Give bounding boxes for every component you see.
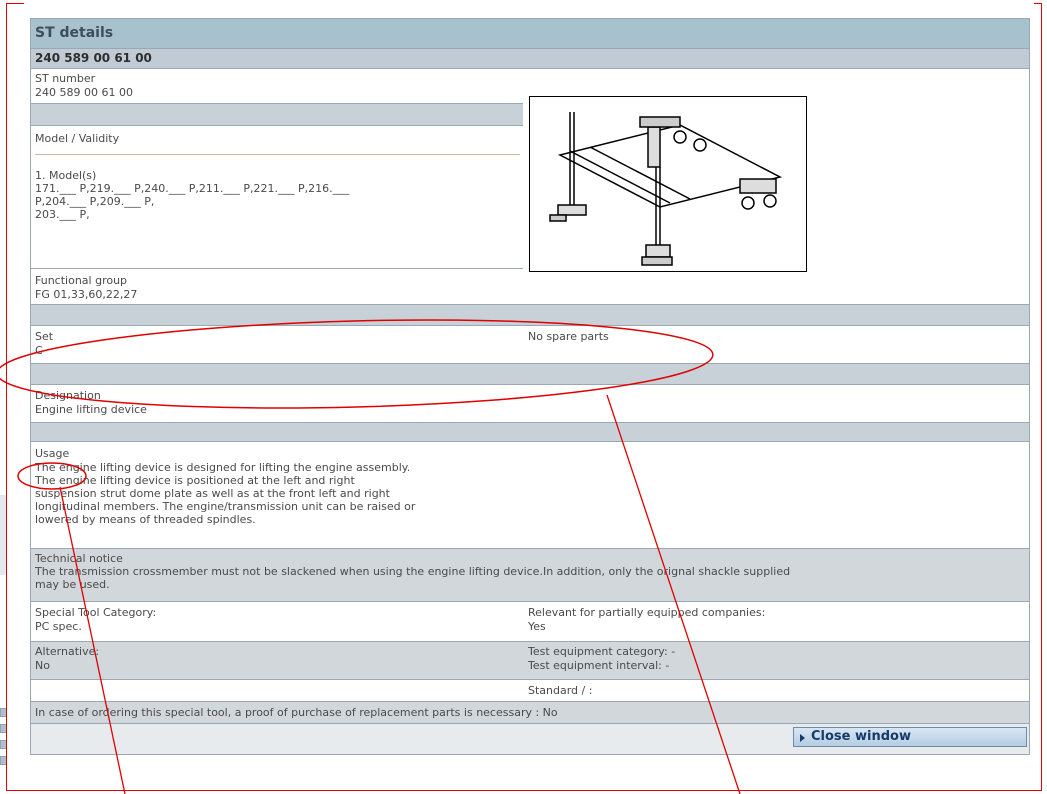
annotation-overlay xyxy=(0,319,741,794)
annotation-pointer-line xyxy=(59,486,126,794)
annotation-pointer-line xyxy=(606,394,741,794)
usage-highlight-ellipse xyxy=(17,462,87,490)
set-highlight-ellipse xyxy=(0,319,714,409)
